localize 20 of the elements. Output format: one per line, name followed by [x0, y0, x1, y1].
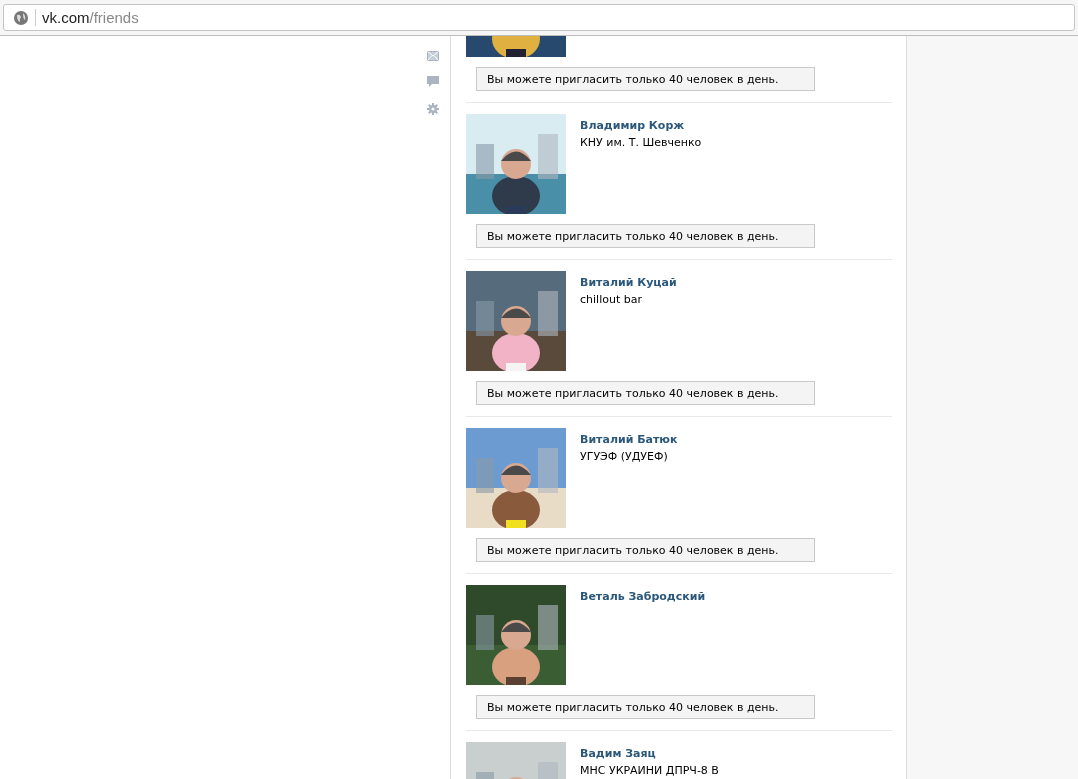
friend-description: КНУ им. Т. Шевченко: [580, 136, 703, 149]
url-text: vk.com/friends: [42, 9, 139, 26]
settings-icon[interactable]: [427, 103, 439, 115]
friend-name-link[interactable]: Владимир Корж: [580, 119, 770, 132]
comment-icon[interactable]: [427, 76, 439, 88]
invite-limit-notice: Вы можете пригласить только 40 человек в день.: [476, 695, 815, 719]
invite-limit-notice: Вы можете пригласить только 40 человек в день.: [476, 381, 815, 405]
mail-icon[interactable]: [427, 51, 439, 61]
friend-name-link[interactable]: Вадим Заяц: [580, 747, 770, 760]
address-bar[interactable]: vk.com/friends: [3, 4, 1075, 31]
friend-name-link[interactable]: Виталий Батюк: [580, 433, 770, 446]
friend-description: chillout bar: [580, 293, 643, 306]
friend-description: УГУЭФ (УДУЕФ): [580, 450, 669, 463]
globe-icon: [13, 9, 29, 26]
friend-name-link[interactable]: Виталий Куцай: [580, 276, 770, 289]
friend-description: МНС УКРАИНИ ДПРЧ-8 В: [580, 764, 720, 777]
friend-name-link[interactable]: Веталь Забродский: [580, 590, 706, 603]
invite-limit-notice: Вы можете пригласить только 40 человек в день.: [476, 224, 815, 248]
invite-limit-notice: Вы можете пригласить только 40 человек в день.: [476, 67, 815, 91]
invite-limit-notice: Вы можете пригласить только 40 человек в день.: [476, 538, 815, 562]
